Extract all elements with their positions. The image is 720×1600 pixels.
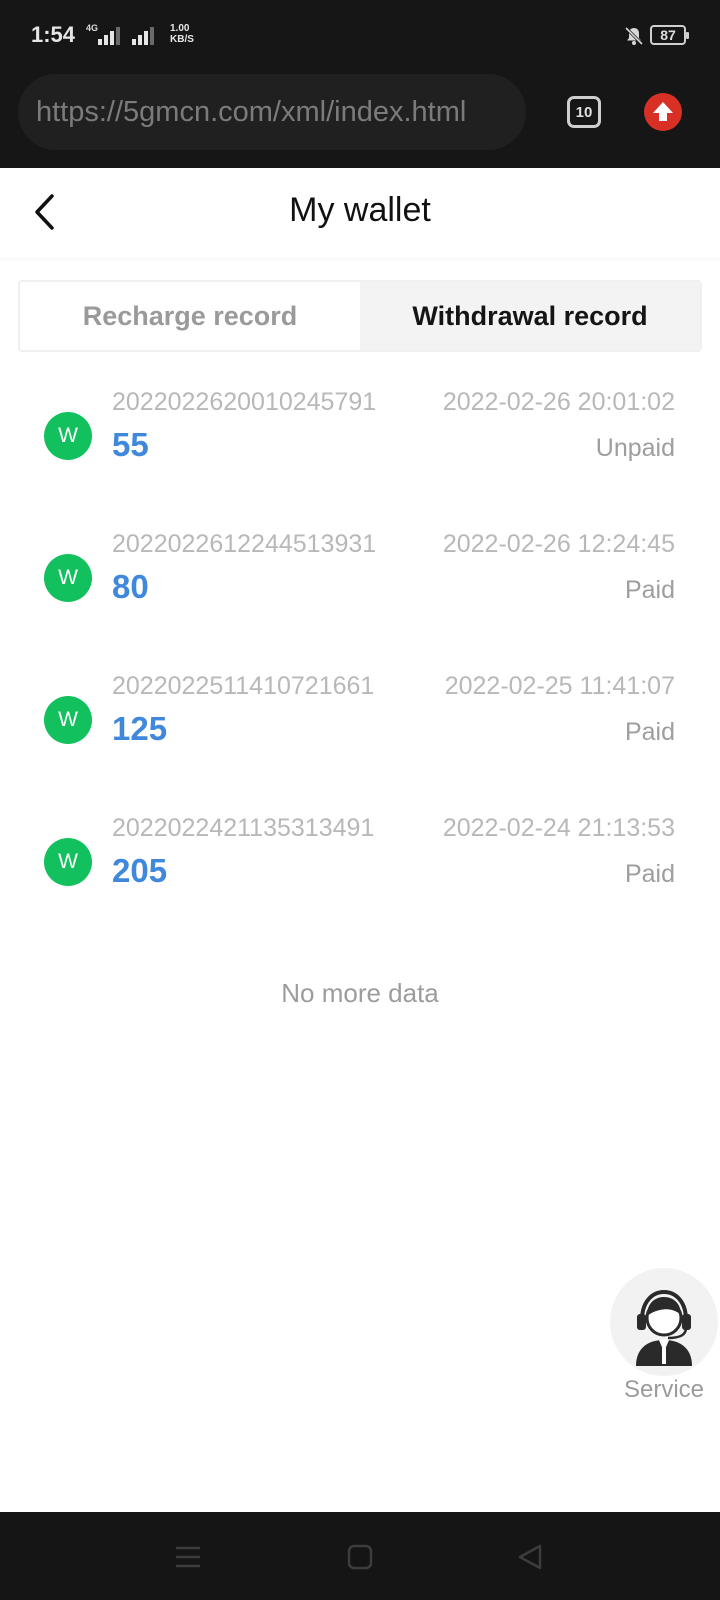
browser-toolbar: https://5gmcn.com/xml/index.html 10: [0, 72, 720, 168]
url-text[interactable]: https://5gmcn.com/xml/index.html: [36, 96, 466, 129]
tab-withdrawal-record[interactable]: Withdrawal record: [360, 282, 700, 350]
page-title: My wallet: [289, 191, 431, 229]
address-bar[interactable]: https://5gmcn.com/xml/index.html: [18, 74, 526, 150]
avatar: W: [44, 412, 92, 460]
network-speed: 1.00 KB/S: [170, 23, 194, 45]
record-amount: 55: [112, 426, 149, 463]
back-triangle-icon[interactable]: [516, 1543, 544, 1571]
status-time: 1:54: [31, 22, 76, 47]
network-speed-value: 1.00: [170, 23, 190, 34]
list-item[interactable]: W 2022022620010245791 2022-02-26 20:01:0…: [0, 388, 720, 528]
tabs-count-button[interactable]: 10: [567, 96, 601, 128]
status-badge: Paid: [624, 576, 675, 604]
service-button[interactable]: [610, 1268, 718, 1376]
order-number: 2022022620010245791: [112, 388, 377, 416]
order-number: 2022022421135313491: [112, 814, 375, 842]
home-icon[interactable]: [347, 1544, 373, 1570]
record-tabs: Recharge record Withdrawal record: [18, 280, 702, 352]
network-speed-unit: KB/S: [170, 34, 194, 45]
signal-strength-icon-2: [132, 27, 154, 45]
avatar: W: [44, 554, 92, 602]
network-type-label: 4G: [86, 23, 99, 33]
service-label: Service: [623, 1376, 705, 1403]
avatar: W: [44, 838, 92, 886]
status-badge: Paid: [624, 860, 675, 888]
update-button[interactable]: [644, 93, 682, 131]
order-number: 2022022511410721661: [112, 672, 375, 700]
status-bar: 1:54 4G 1.00 KB/S 87: [0, 0, 720, 72]
arrow-up-icon: [653, 102, 673, 121]
list-item[interactable]: W 2022022612244513931 2022-02-26 12:24:4…: [0, 530, 720, 670]
customer-service-icon: [636, 1289, 692, 1366]
avatar: W: [44, 696, 92, 744]
record-amount: 125: [112, 710, 168, 747]
record-time: 2022-02-26 12:24:45: [442, 530, 675, 558]
order-number: 2022022612244513931: [112, 530, 377, 558]
record-time: 2022-02-26 20:01:02: [442, 388, 675, 416]
bell-off-icon: [624, 26, 644, 46]
list-item[interactable]: W 2022022421135313491 2022-02-24 21:13:5…: [0, 814, 720, 954]
list-item[interactable]: W 2022022511410721661 2022-02-25 11:41:0…: [0, 672, 720, 812]
record-amount: 205: [112, 852, 168, 889]
no-more-data-label: No more data: [281, 978, 439, 1008]
status-badge: Unpaid: [595, 434, 675, 462]
record-time: 2022-02-24 21:13:53: [442, 814, 675, 842]
page-header: My wallet: [0, 168, 720, 258]
menu-icon[interactable]: [174, 1545, 202, 1569]
signal-strength-icon: [98, 27, 120, 45]
record-time: 2022-02-25 11:41:07: [444, 672, 675, 700]
battery-icon: 87: [650, 25, 689, 45]
record-amount: 80: [112, 568, 149, 605]
system-navigation-bar: [0, 1512, 720, 1600]
status-badge: Paid: [624, 718, 675, 746]
tab-recharge-record[interactable]: Recharge record: [20, 282, 360, 350]
